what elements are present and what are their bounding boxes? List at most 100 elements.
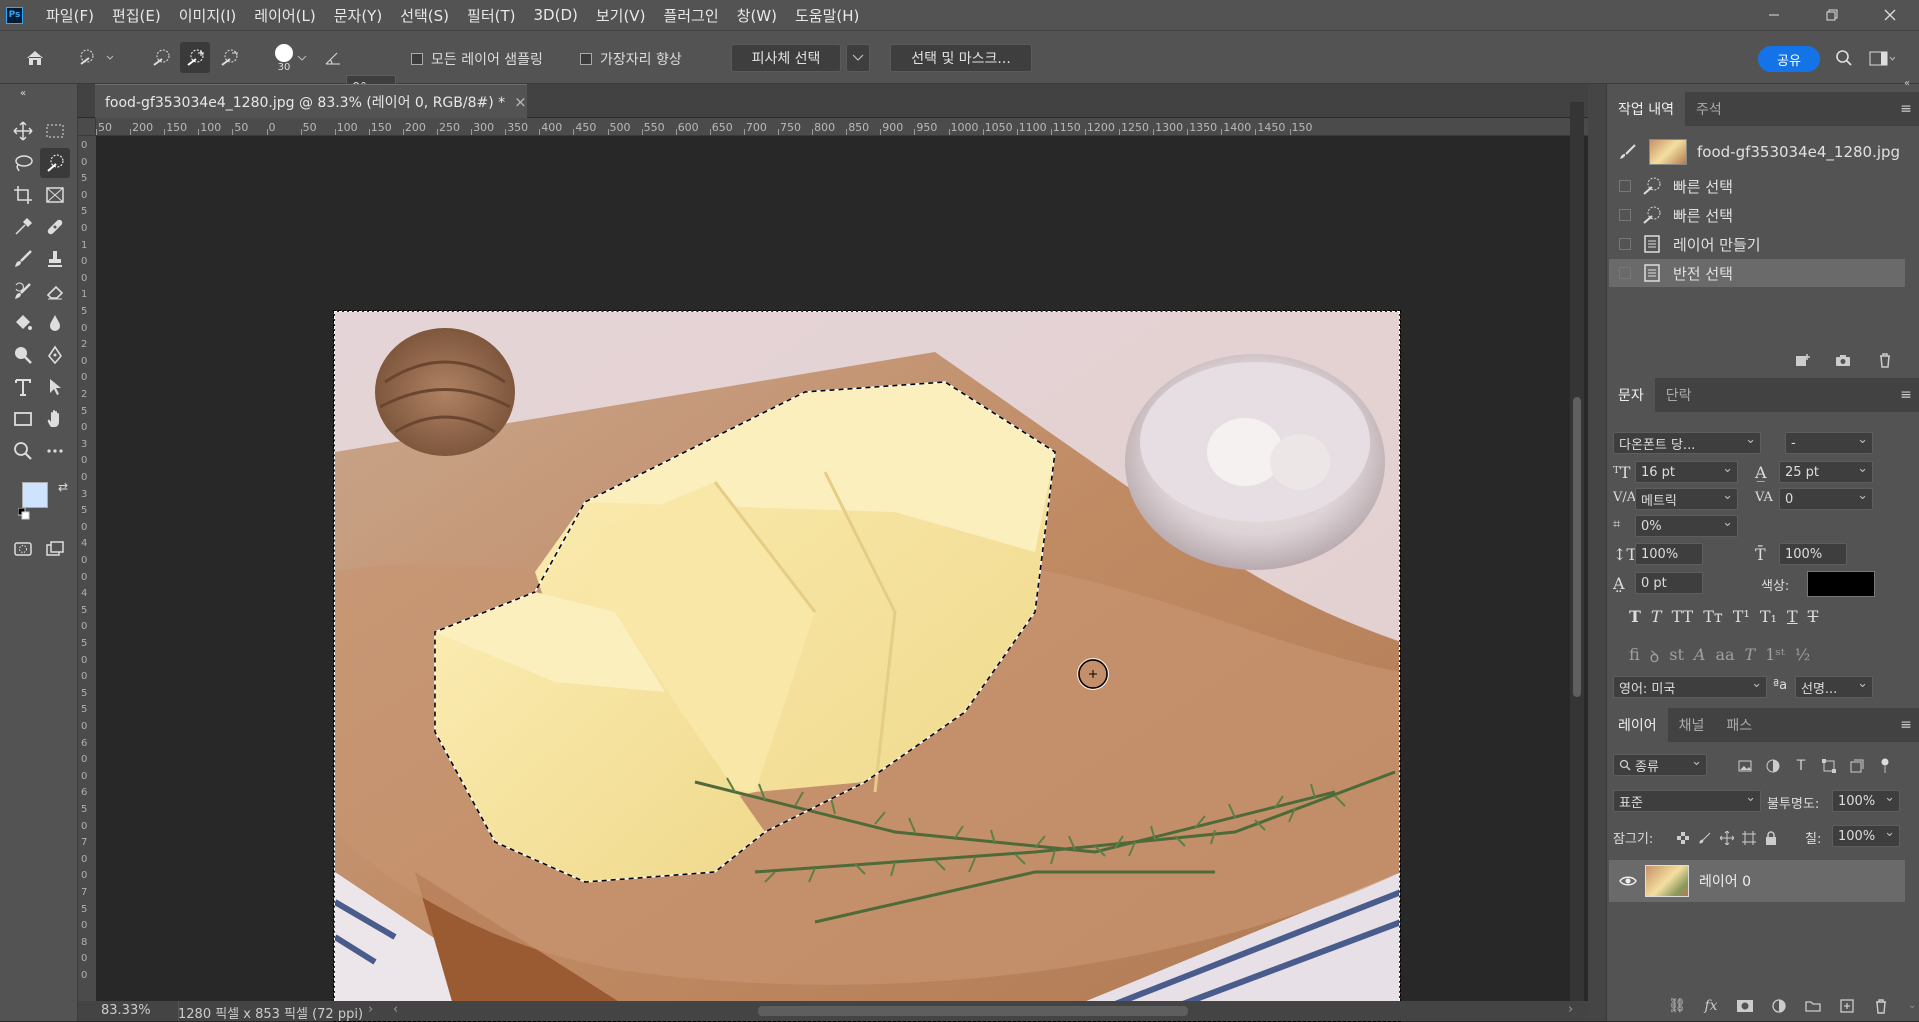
font-family-select[interactable]: 다온폰트 당... [1613, 432, 1761, 454]
select-subject-button[interactable]: 피사체 선택 [731, 44, 841, 72]
horizontal-scale-input[interactable]: 100% [1779, 543, 1847, 565]
history-snapshot[interactable]: food-gf353034e4_1280.jpg [1609, 136, 1905, 168]
menu-window[interactable]: 창(W) [729, 5, 787, 26]
path-selection-icon[interactable] [40, 372, 70, 402]
foreground-color-swatch[interactable] [22, 482, 48, 508]
menu-plugins[interactable]: 플러그인 [655, 5, 728, 26]
antialias-select[interactable]: 선명... [1795, 676, 1873, 698]
scroll-down-icon[interactable]: ⌄ [1908, 1000, 1916, 1011]
subscript-icon[interactable]: T₁ [1760, 607, 1777, 626]
new-document-from-state-icon[interactable] [1793, 350, 1813, 370]
lock-all-icon[interactable] [1763, 828, 1779, 848]
fill-input[interactable]: 100% [1832, 825, 1900, 847]
tsume-select[interactable]: 0% [1635, 515, 1738, 537]
contextual-icon[interactable]: T [1745, 645, 1756, 667]
select-and-mask-button[interactable]: 선택 및 마스크... [890, 44, 1032, 72]
font-size-select[interactable]: 16 pt [1635, 461, 1738, 483]
canvas[interactable] [96, 136, 1588, 1022]
menu-type[interactable]: 문자(Y) [326, 5, 392, 26]
tab-notes[interactable]: 주석 [1685, 92, 1733, 126]
select-subject-dropdown[interactable] [846, 44, 870, 72]
filter-toggle-icon[interactable] [1875, 756, 1895, 776]
healing-brush-icon[interactable] [40, 212, 70, 242]
close-icon[interactable] [1861, 0, 1919, 30]
workspace-icon[interactable] [1864, 42, 1900, 73]
pixel-layer-filter-icon[interactable] [1735, 756, 1755, 776]
rectangle-tool-icon[interactable] [8, 404, 38, 434]
fractions-icon[interactable]: ½ [1795, 645, 1811, 667]
lock-pixels-icon[interactable] [1697, 828, 1713, 848]
scroll-left-icon[interactable]: ‹ [393, 1002, 398, 1017]
small-caps-icon[interactable]: Tт [1703, 607, 1723, 626]
lock-position-icon[interactable] [1719, 828, 1735, 848]
adjustment-layer-filter-icon[interactable] [1763, 756, 1783, 776]
menu-image[interactable]: 이미지(I) [171, 5, 247, 26]
delete-layer-icon[interactable] [1871, 996, 1891, 1016]
opacity-input[interactable]: 100% [1832, 790, 1900, 812]
vertical-scale-input[interactable]: 100% [1635, 543, 1703, 565]
font-style-select[interactable]: - [1785, 432, 1873, 454]
baseline-shift-input[interactable]: 0 pt [1635, 572, 1703, 594]
history-checkbox[interactable] [1619, 209, 1631, 221]
document-info[interactable]: 1280 픽셀 x 853 픽셀 (72 ppi) [178, 1003, 363, 1022]
dodge-tool-icon[interactable] [8, 340, 38, 370]
fx-icon[interactable]: fx [1701, 996, 1721, 1016]
hand-tool-icon[interactable] [40, 404, 70, 434]
superscript-icon[interactable]: T¹ [1733, 607, 1750, 626]
share-button[interactable]: 공유 [1758, 46, 1820, 72]
vertical-scrollbar[interactable] [1570, 102, 1584, 1001]
pen-tool-icon[interactable] [40, 340, 70, 370]
home-icon[interactable] [18, 42, 52, 73]
clone-stamp-icon[interactable] [40, 244, 70, 274]
menu-layer[interactable]: 레이어(L) [246, 5, 325, 26]
default-colors-icon[interactable] [18, 508, 30, 524]
tab-character[interactable]: 문자 [1607, 378, 1655, 412]
leading-select[interactable]: 25 pt [1779, 461, 1873, 483]
add-to-selection-icon[interactable] [180, 42, 210, 73]
menu-help[interactable]: 도움말(H) [787, 5, 869, 26]
swash-icon[interactable]: A [1694, 645, 1706, 667]
titling-icon[interactable]: aa [1715, 645, 1734, 667]
photo-image[interactable] [333, 310, 1401, 1022]
smart-object-filter-icon[interactable] [1847, 756, 1867, 776]
eyedropper-tool-icon[interactable] [8, 212, 38, 242]
history-step[interactable]: 빠른 선택 [1609, 172, 1905, 200]
history-step[interactable]: 빠른 선택 [1609, 201, 1905, 229]
sample-all-layers-checkbox[interactable]: 모든 레이어 샘플링 [411, 49, 543, 69]
crop-tool-icon[interactable] [8, 180, 38, 210]
close-tab-icon[interactable]: × [514, 93, 527, 111]
new-group-icon[interactable] [1803, 996, 1823, 1016]
history-step[interactable]: 레이어 만들기 [1609, 230, 1905, 258]
lock-artboard-icon[interactable] [1741, 828, 1757, 848]
chevron-down-icon[interactable] [295, 42, 309, 73]
brush-tool-icon[interactable] [8, 244, 38, 274]
tab-history[interactable]: 작업 내역 [1607, 92, 1685, 126]
type-layer-filter-icon[interactable]: T [1791, 756, 1811, 776]
status-arrow-icon[interactable]: › [368, 1002, 373, 1017]
language-select[interactable]: 영어: 미국 [1613, 676, 1767, 698]
swap-colors-icon[interactable]: ⇄ [56, 480, 70, 494]
type-tool-icon[interactable] [8, 372, 38, 402]
screen-mode-icon[interactable] [40, 534, 70, 564]
faux-bold-icon[interactable]: T [1629, 607, 1641, 626]
zoom-level[interactable]: 83.33% [101, 1003, 151, 1018]
visibility-eye-icon[interactable] [1619, 874, 1637, 888]
strikethrough-icon[interactable]: T [1808, 607, 1819, 626]
menu-view[interactable]: 보기(V) [588, 5, 656, 26]
menu-filter[interactable]: 필터(T) [459, 5, 525, 26]
search-icon[interactable] [1830, 42, 1858, 73]
move-tool-icon[interactable] [8, 116, 38, 146]
more-tools-icon[interactable] [40, 436, 70, 466]
menu-file[interactable]: 파일(F) [38, 5, 104, 26]
zoom-tool-icon[interactable] [8, 436, 38, 466]
scroll-right-icon[interactable]: › [1568, 1002, 1573, 1017]
tracking-select[interactable]: 0 [1779, 488, 1873, 510]
blur-tool-icon[interactable] [40, 308, 70, 338]
adjustment-layer-icon[interactable] [1769, 996, 1789, 1016]
tab-paths[interactable]: 패스 [1715, 708, 1763, 742]
collapse-panel-icon[interactable]: « [8, 87, 38, 99]
stylistic-icon[interactable]: st [1669, 645, 1684, 667]
faux-italic-icon[interactable]: T [1651, 607, 1662, 626]
ordinals-icon[interactable]: 1ˢᵗ [1765, 645, 1785, 667]
tab-layers[interactable]: 레이어 [1607, 708, 1668, 742]
